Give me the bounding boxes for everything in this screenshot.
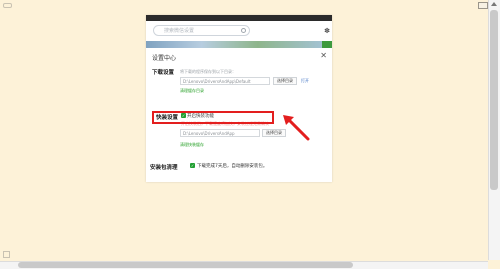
pointer-arrow-icon bbox=[283, 115, 310, 141]
resize-handle-icon bbox=[3, 3, 12, 8]
scroll-up-arrow-icon[interactable] bbox=[491, 2, 497, 6]
package-cleanup-checkbox-label: 下载完成7天后，自动删除安装包。 bbox=[197, 164, 268, 169]
horizontal-scroll-thumb[interactable] bbox=[18, 262, 353, 268]
download-clear-link[interactable]: 清理缓存目录 bbox=[180, 88, 204, 94]
wechat-icon[interactable]: ✽ bbox=[324, 27, 330, 35]
window-control-icon[interactable] bbox=[478, 2, 488, 9]
banner-green-block bbox=[322, 41, 332, 48]
close-icon[interactable]: ✕ bbox=[320, 51, 327, 60]
download-choose-button[interactable]: 选择目录 bbox=[273, 77, 297, 85]
quick-install-clear-link[interactable]: 清理快装缓存 bbox=[180, 142, 204, 148]
download-settings-label: 下载设置 bbox=[152, 70, 175, 76]
highlight-box bbox=[152, 111, 274, 124]
page-corner-icon bbox=[3, 251, 10, 258]
download-path-field[interactable]: D:\Lenovo\DriversAndApp\Default bbox=[180, 77, 270, 85]
search-input[interactable]: 搜索微信设置 bbox=[153, 25, 250, 36]
vertical-scrollbar[interactable] bbox=[488, 0, 500, 260]
vertical-scroll-thumb[interactable] bbox=[490, 10, 498, 190]
search-icon bbox=[241, 28, 246, 33]
banner-image bbox=[146, 41, 332, 48]
download-hint: 将下载的程序保存到以下目录： bbox=[180, 69, 236, 74]
download-open-link[interactable]: 打开 bbox=[301, 78, 309, 84]
package-cleanup-label: 安装包清理 bbox=[150, 165, 178, 171]
title-strip bbox=[146, 15, 332, 21]
embedded-screenshot: 搜索微信设置 ✽ 设置中心 ✕ 下载设置 将下载的程序保存到以下目录： D:\L… bbox=[146, 15, 332, 182]
horizontal-scrollbar[interactable] bbox=[0, 261, 488, 269]
package-cleanup-checkbox[interactable]: ✓ bbox=[190, 163, 195, 168]
window-top-edge bbox=[0, 0, 500, 10]
search-placeholder: 搜索微信设置 bbox=[164, 28, 195, 34]
quick-install-path-field[interactable]: D:\Lenovo\DriversAndApp bbox=[180, 129, 260, 137]
dialog-title: 设置中心 bbox=[152, 55, 177, 62]
